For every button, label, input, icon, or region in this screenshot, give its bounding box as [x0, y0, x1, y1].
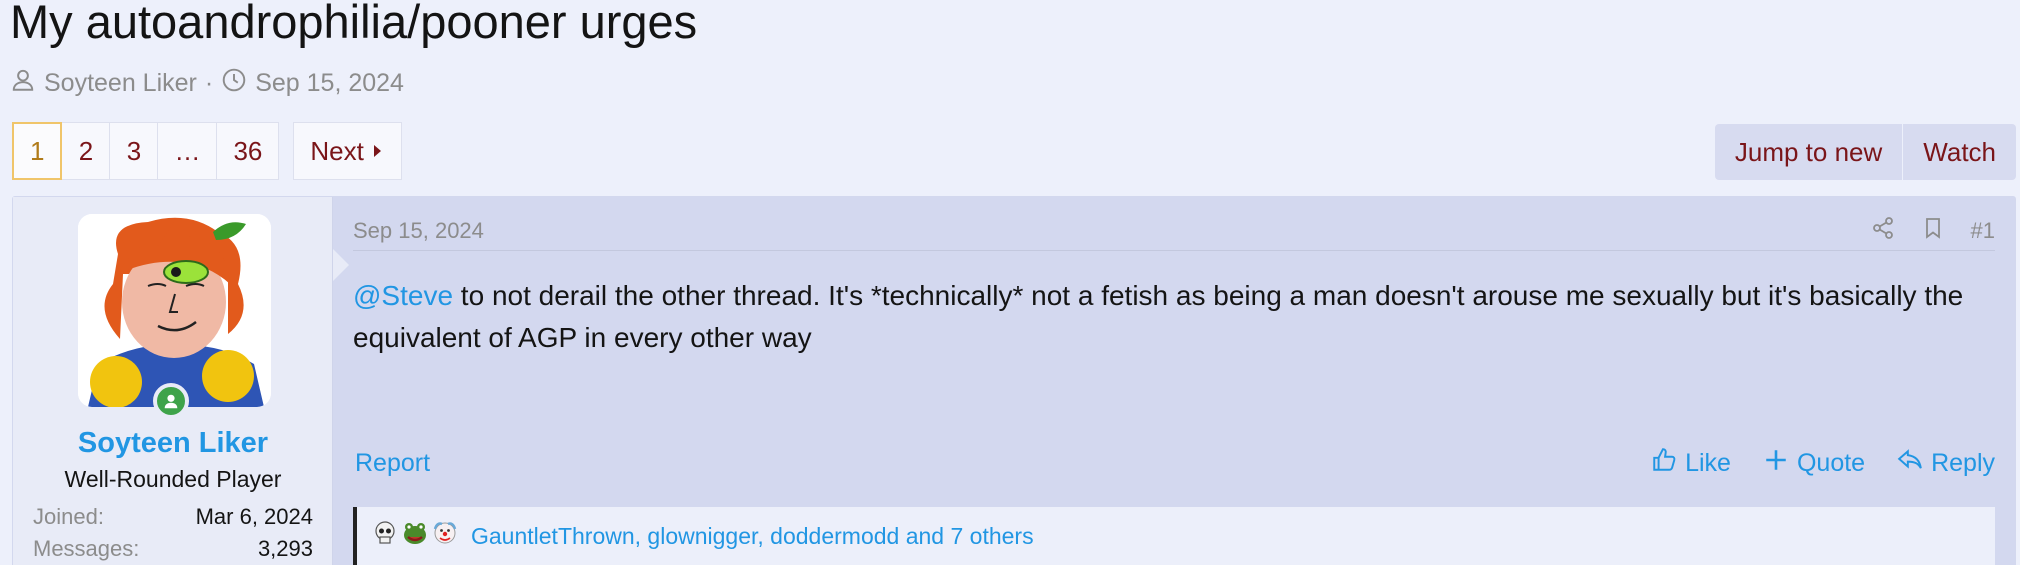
clock-icon [221, 67, 247, 100]
thread-author-link[interactable]: Soyteen Liker [44, 69, 197, 98]
frog-icon [401, 519, 429, 553]
like-label: Like [1685, 448, 1731, 477]
thread-date-link[interactable]: Sep 15, 2024 [255, 69, 404, 98]
thread-title: My autoandrophilia/pooner urges [10, 0, 698, 48]
skull-icon [371, 519, 399, 553]
report-link[interactable]: Report [355, 449, 430, 478]
joined-value: Mar 6, 2024 [195, 504, 313, 529]
reply-icon [1897, 447, 1923, 480]
next-page-button[interactable]: Next [293, 122, 402, 180]
page-jump-ellipsis[interactable]: … [158, 122, 218, 180]
post-tools: #1 [1871, 216, 1995, 246]
post-user-title: Well-Rounded Player [64, 466, 282, 492]
plus-icon [1763, 447, 1789, 480]
post-body: @Steve to not derail the other thread. I… [353, 275, 1975, 359]
next-label: Next [310, 135, 364, 166]
user-icon [10, 67, 36, 100]
thread-meta: Soyteen Liker · Sep 15, 2024 [10, 66, 404, 100]
page-link-3[interactable]: 3 [110, 122, 159, 180]
post-date-link[interactable]: Sep 15, 2024 [353, 218, 484, 244]
reactions-list-link[interactable]: GauntletThrown, glownigger, doddermodd a… [471, 523, 1034, 550]
page-number-group: 1 2 3 … 36 [12, 122, 280, 180]
share-icon[interactable] [1871, 216, 1895, 246]
user-mention-link[interactable]: @Steve [353, 280, 453, 311]
like-button[interactable]: Like [1651, 447, 1731, 480]
bookmark-icon[interactable] [1921, 216, 1945, 246]
post-header: Sep 15, 2024 #1 [353, 211, 1995, 251]
quote-button[interactable]: Quote [1763, 447, 1865, 480]
reactions-bar: GauntletThrown, glownigger, doddermodd a… [353, 507, 1995, 565]
reply-label: Reply [1931, 448, 1995, 477]
messages-label: Messages: [33, 536, 140, 561]
watch-button[interactable]: Watch [1902, 124, 2016, 180]
post-number-link[interactable]: #1 [1971, 218, 1995, 244]
reaction-icons [371, 519, 459, 553]
next-group: Next [293, 122, 402, 180]
clown-icon [431, 519, 459, 553]
reply-button[interactable]: Reply [1897, 447, 1995, 480]
joined-stat: Joined: Mar 6, 2024 [33, 504, 313, 530]
jump-to-new-button[interactable]: Jump to new [1714, 124, 1903, 180]
meta-separator: · [204, 68, 214, 97]
post-body-text: to not derail the other thread. It's *te… [353, 280, 1964, 353]
page-link-2[interactable]: 2 [62, 122, 111, 180]
quote-label: Quote [1796, 448, 1866, 477]
page-link-1[interactable]: 1 [12, 122, 63, 180]
post-username[interactable]: Soyteen Liker [13, 427, 333, 460]
messages-stat: Messages: 3,293 [33, 536, 313, 562]
online-status-icon [153, 383, 189, 419]
post-footer: Report Like Quote Reply [355, 443, 1995, 483]
avatar[interactable] [78, 214, 271, 407]
post: Soyteen Liker Well-Rounded Player Joined… [12, 196, 2016, 565]
user-cell-arrow [333, 249, 349, 281]
page-link-36[interactable]: 36 [217, 122, 280, 180]
caret-right-icon [373, 145, 381, 157]
pagination: 1 2 3 … 36 Next [12, 122, 402, 180]
thread-actions: Jump to new Watch [1714, 124, 2016, 180]
post-actions: Like Quote Reply [1651, 447, 1995, 480]
messages-value[interactable]: 3,293 [258, 536, 313, 562]
thumbs-up-icon [1651, 447, 1677, 480]
post-user-cell: Soyteen Liker Well-Rounded Player Joined… [13, 197, 333, 565]
joined-label: Joined: [33, 504, 104, 529]
